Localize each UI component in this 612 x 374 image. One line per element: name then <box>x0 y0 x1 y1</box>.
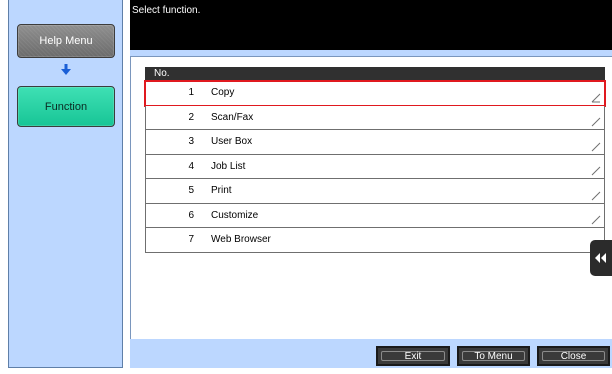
screen: Help Menu Function Select function. No. … <box>0 0 612 374</box>
list-item-scan-fax[interactable]: 2 Scan/Fax <box>145 105 605 130</box>
list-item-web-browser[interactable]: 7 Web Browser <box>145 228 605 253</box>
list-item-customize[interactable]: 6 Customize <box>145 203 605 228</box>
row-label: Copy <box>211 87 235 98</box>
list-item-print[interactable]: 5 Print <box>145 179 605 204</box>
row-number: 6 <box>188 209 194 221</box>
function-label: Function <box>44 100 88 113</box>
row-number: 3 <box>188 136 194 147</box>
row-label: Customize <box>211 209 259 221</box>
row-number: 1 <box>188 87 194 98</box>
row-label: Scan/Fax <box>211 111 254 123</box>
row-corner-icon <box>591 215 601 225</box>
double-chevron-left-icon <box>595 253 606 263</box>
close-label: Close <box>560 350 587 362</box>
row-corner-icon <box>591 142 601 151</box>
header-bar: Select function. <box>130 0 612 50</box>
function-table: No. 1 Copy 2 Scan/Fax 3 User Box 4 Job L… <box>144 67 606 253</box>
function-button[interactable]: Function <box>17 86 115 127</box>
list-item-user-box[interactable]: 3 User Box <box>145 130 605 155</box>
row-number: 5 <box>188 185 194 196</box>
list-item-job-list[interactable]: 4 Job List <box>145 154 605 179</box>
row-label: Job List <box>211 160 246 172</box>
row-label: Web Browser <box>211 234 271 245</box>
arrow-down-icon <box>61 64 71 75</box>
row-corner-icon <box>591 117 601 127</box>
row-corner-icon <box>591 93 601 102</box>
row-label: User Box <box>211 136 253 147</box>
row-label: Print <box>211 185 232 196</box>
sidebar: Help Menu Function <box>8 0 123 368</box>
help-menu-button[interactable]: Help Menu <box>17 24 115 58</box>
exit-label: Exit <box>404 350 422 362</box>
exit-button[interactable]: Exit <box>376 346 450 366</box>
side-panel-handle[interactable] <box>590 240 612 276</box>
row-number: 2 <box>188 111 194 123</box>
row-corner-icon <box>591 166 601 176</box>
list-area: No. 1 Copy 2 Scan/Fax 3 User Box 4 Job L… <box>130 56 612 339</box>
row-corner-icon <box>591 191 601 200</box>
close-button[interactable]: Close <box>537 346 610 366</box>
column-header-no: No. <box>145 67 605 81</box>
help-menu-label: Help Menu <box>39 35 93 47</box>
row-number: 4 <box>188 160 194 172</box>
main-panel: No. 1 Copy 2 Scan/Fax 3 User Box 4 Job L… <box>130 50 612 368</box>
list-item-copy[interactable]: 1 Copy <box>144 80 606 107</box>
prompt-text: Select function. <box>132 5 201 16</box>
to-menu-button[interactable]: To Menu <box>457 346 530 366</box>
to-menu-label: To Menu <box>474 350 513 362</box>
row-number: 7 <box>188 234 194 245</box>
